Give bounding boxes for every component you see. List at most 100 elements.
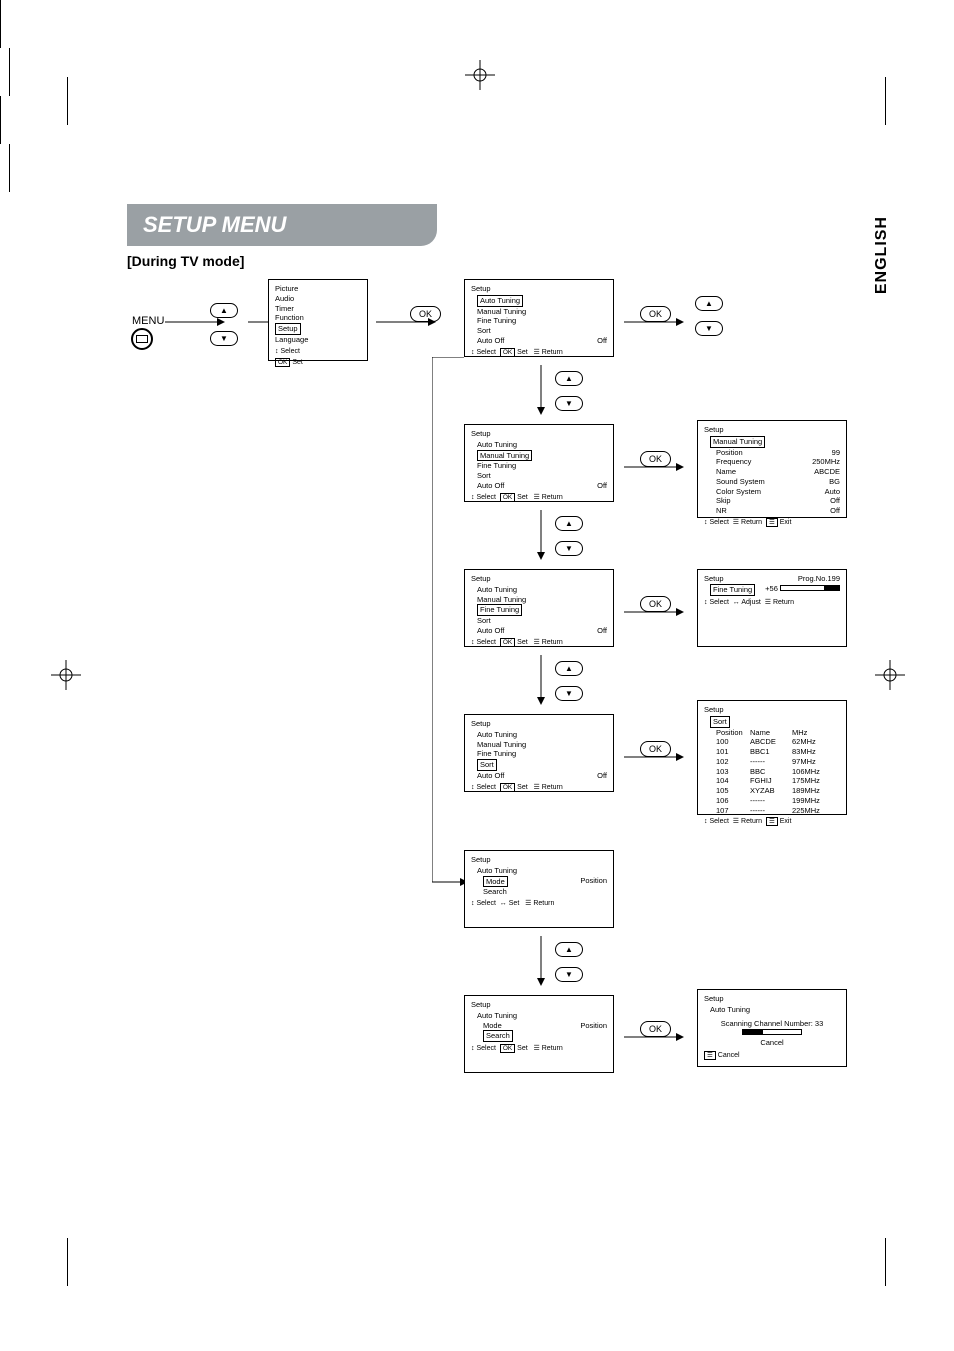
fine-tuning-osd: SetupProg.No.199 Fine Tuning+56 ↕ Select… — [697, 569, 847, 647]
sort-osd: Setup Sort Position Name MHz 100ABCDE62M… — [697, 700, 847, 815]
menu-item-highlighted: Fine Tuning — [477, 604, 522, 616]
menu-item: Fine Tuning — [471, 749, 607, 759]
scanning-osd: Setup Auto Tuning Scanning Channel Numbe… — [697, 989, 847, 1067]
main-menu-osd: Picture Audio Timer Function Setup Langu… — [268, 279, 368, 361]
registration-mark — [51, 660, 81, 695]
table-cell: 189MHz — [792, 786, 834, 796]
menu-item: Auto Off — [477, 336, 504, 346]
connector-line — [432, 357, 472, 887]
menu-item: Auto Tuning — [471, 585, 607, 595]
menu-item: Language — [275, 335, 361, 345]
table-cell: 106 — [716, 796, 750, 806]
table-cell: 107 — [716, 806, 750, 816]
crop-mark — [0, 144, 10, 192]
crop-mark — [0, 48, 10, 96]
table-cell: 62MHz — [792, 737, 834, 747]
ok-button: OK — [640, 594, 671, 612]
crop-mark — [872, 77, 886, 125]
progress-bar — [780, 585, 840, 591]
language-tab: ENGLISH — [873, 216, 891, 294]
arrow-down-icon — [536, 365, 546, 415]
menu-item: Sort — [471, 471, 607, 481]
menu-item: Auto Tuning — [471, 440, 607, 450]
menu-item: Fine Tuning — [471, 461, 607, 471]
menu-item: Auto Tuning — [471, 730, 607, 740]
table-cell: BBC — [750, 767, 792, 777]
menu-item: Auto Off — [477, 481, 504, 491]
section-heading: [During TV mode] — [127, 253, 244, 269]
table-cell: 175MHz — [792, 776, 834, 786]
table-cell: 83MHz — [792, 747, 834, 757]
table-cell: FGHIJ — [750, 776, 792, 786]
table-cell: ------ — [750, 806, 792, 816]
menu-item: Picture — [275, 284, 361, 294]
menu-item-highlighted: Manual Tuning — [477, 450, 532, 462]
arrow-right-icon — [165, 317, 225, 327]
table-cell: ------ — [750, 757, 792, 767]
menu-item-highlighted: Mode — [483, 876, 508, 888]
menu-item: Fine Tuning — [471, 316, 607, 326]
setup-osd-fine: Setup Auto Tuning Manual Tuning Fine Tun… — [464, 569, 614, 647]
setup-osd-manual: Setup Auto Tuning Manual Tuning Fine Tun… — [464, 424, 614, 502]
menu-item: Auto Off — [477, 771, 504, 781]
ok-button: OK — [640, 739, 671, 757]
menu-label: MENU — [132, 315, 164, 327]
table-cell: 225MHz — [792, 806, 834, 816]
menu-item: Manual Tuning — [471, 307, 607, 317]
down-button: ▼ — [210, 328, 238, 346]
menu-item: Search — [483, 887, 507, 897]
crop-mark — [0, 96, 10, 144]
menu-item-highlighted: Setup — [275, 323, 301, 335]
up-button: ▲ — [555, 513, 583, 531]
panel-subtitle: Sort — [710, 716, 730, 728]
table-cell: ABCDE — [750, 737, 792, 747]
down-button: ▼ — [555, 393, 583, 411]
up-button: ▲ — [695, 293, 723, 311]
table-header: MHz — [792, 728, 834, 738]
table-cell: 106MHz — [792, 767, 834, 777]
table-cell: 101 — [716, 747, 750, 757]
menu-item: Manual Tuning — [471, 740, 607, 750]
ok-button: OK — [640, 304, 671, 322]
menu-item-highlighted: Sort — [477, 759, 497, 771]
arrow-down-icon — [536, 936, 546, 986]
table-cell: 102 — [716, 757, 750, 767]
down-button: ▼ — [555, 683, 583, 701]
menu-item: Sort — [471, 326, 607, 336]
page-title: SETUP MENU — [127, 204, 437, 246]
menu-icon — [131, 328, 153, 350]
scanning-message: Scanning Channel Number: 33 — [704, 1019, 840, 1029]
menu-item-highlighted: Search — [483, 1030, 513, 1042]
menu-item: Mode — [483, 1021, 502, 1031]
registration-mark — [875, 660, 905, 695]
table-cell: 100 — [716, 737, 750, 747]
menu-item: Timer — [275, 304, 361, 314]
arrow-down-icon — [536, 655, 546, 705]
table-cell: 104 — [716, 776, 750, 786]
menu-item: Function — [275, 313, 361, 323]
ok-button: OK — [410, 304, 441, 322]
fine-tuning-value: +56 — [765, 584, 778, 593]
manual-tuning-osd: Setup Manual Tuning Position99 Frequency… — [697, 420, 847, 518]
panel-subtitle: Auto Tuning — [471, 866, 607, 876]
menu-item: Sort — [471, 616, 607, 626]
arrow-down-icon — [536, 510, 546, 560]
cancel-label: Cancel — [704, 1038, 840, 1048]
crop-mark — [67, 77, 83, 125]
setup-osd-auto: Setup Auto Tuning Manual Tuning Fine Tun… — [464, 279, 614, 357]
table-header: Name — [750, 728, 792, 738]
down-button: ▼ — [555, 964, 583, 982]
ok-button: OK — [640, 1019, 671, 1037]
up-button: ▲ — [210, 300, 238, 318]
down-button: ▼ — [555, 538, 583, 556]
prog-number: Prog.No.199 — [798, 574, 840, 584]
panel-subtitle: Fine Tuning — [710, 584, 755, 596]
menu-item: Audio — [275, 294, 361, 304]
table-cell: 97MHz — [792, 757, 834, 767]
up-button: ▲ — [555, 368, 583, 386]
auto-tuning-search-osd: Setup Auto Tuning ModePosition Search ↕ … — [464, 995, 614, 1073]
panel-subtitle: Auto Tuning — [704, 1005, 840, 1015]
down-button: ▼ — [695, 318, 723, 336]
menu-item: Auto Off — [477, 626, 504, 636]
ok-button: OK — [640, 449, 671, 467]
